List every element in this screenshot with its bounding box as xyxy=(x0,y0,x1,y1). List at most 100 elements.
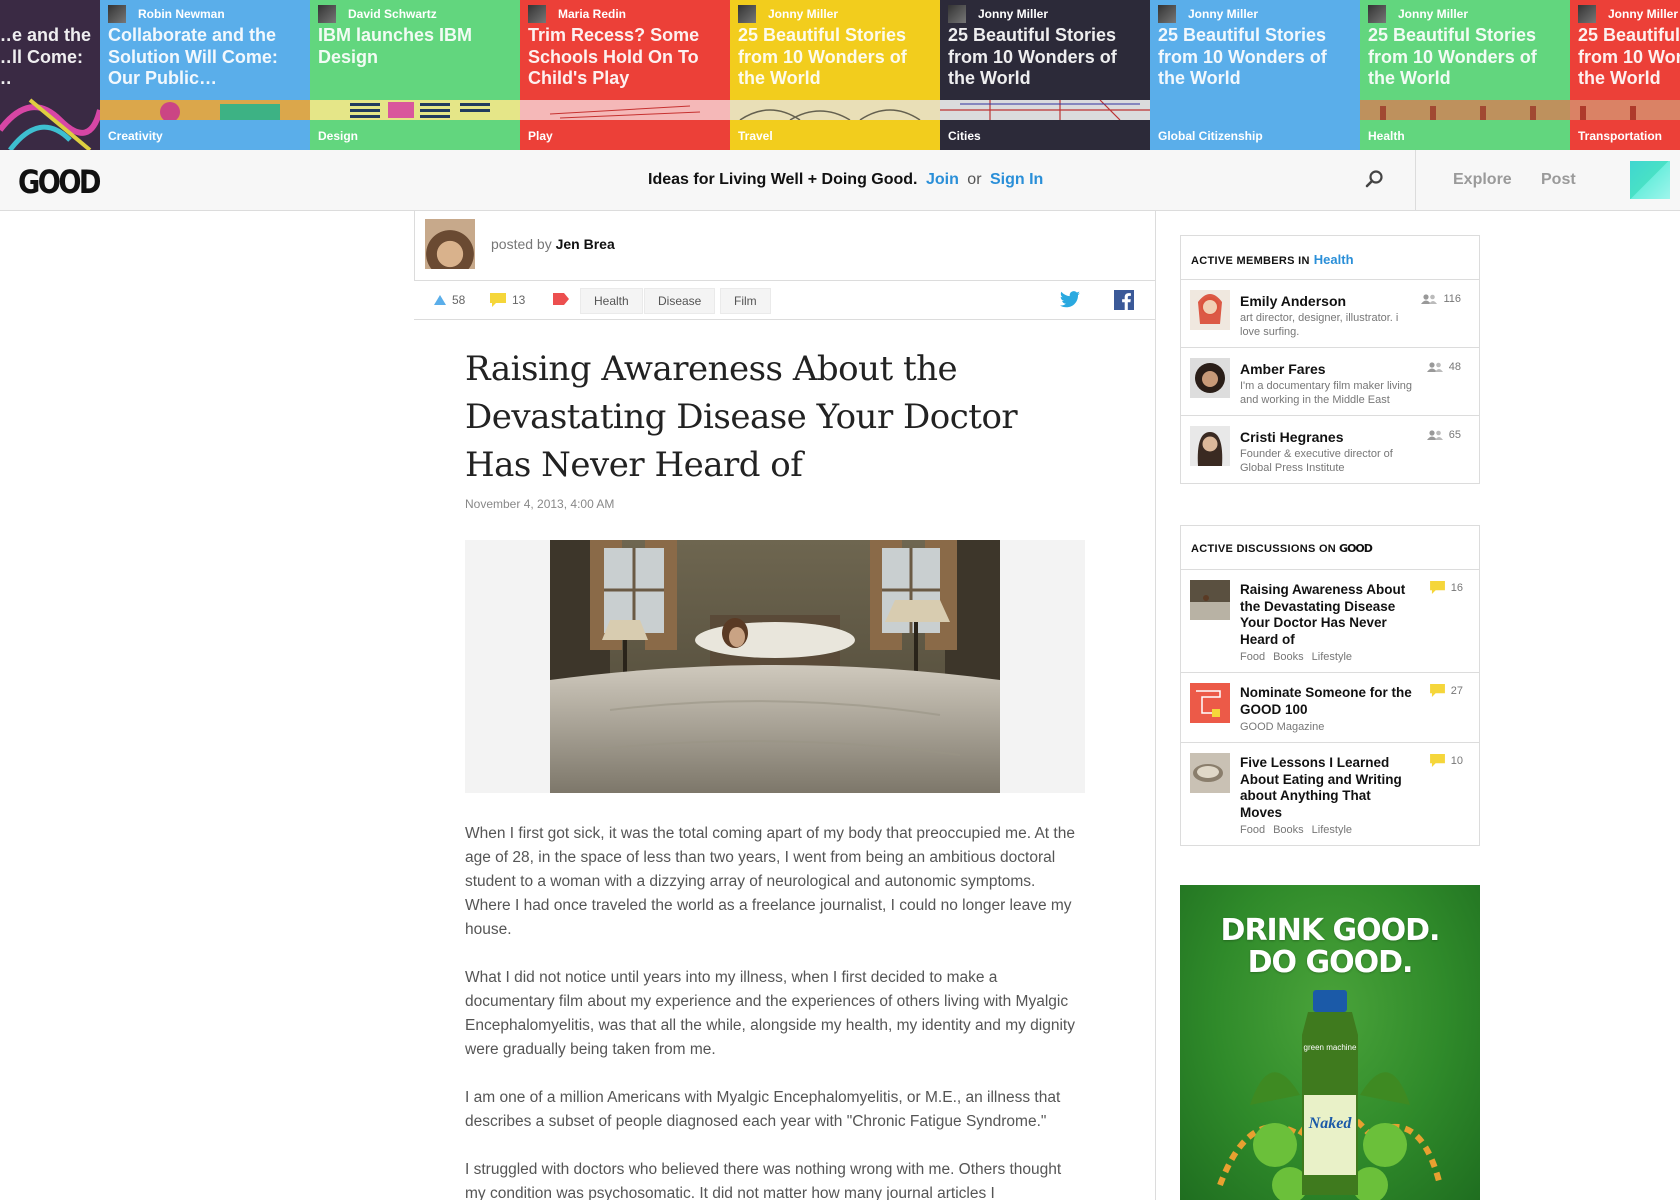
story-category: Travel xyxy=(730,121,940,150)
discussion-item[interactable]: Five Lessons I Learned About Eating and … xyxy=(1181,743,1479,845)
member-avatar xyxy=(1190,426,1230,466)
discussion-tag[interactable]: Food xyxy=(1240,824,1265,836)
ad-flavor: green machine xyxy=(1304,1043,1357,1052)
site-logo[interactable]: GOOD xyxy=(18,163,102,201)
discussion-thumbnail xyxy=(1190,580,1230,620)
story-title: …e and the …ll Come: … xyxy=(0,25,92,88)
article-date: November 4, 2013, 4:00 AM xyxy=(465,497,615,511)
member-bio: Founder & executive director of Global P… xyxy=(1240,448,1393,474)
header-divider xyxy=(1415,150,1416,210)
comments-button[interactable]: 13 xyxy=(490,293,525,307)
twitter-share-button[interactable] xyxy=(1060,291,1080,314)
comment-count: 10 xyxy=(1450,754,1463,767)
story-strip: man …e and the …ll Come: … Robin Newman … xyxy=(0,0,1680,150)
story-art xyxy=(1570,100,1680,120)
discussion-tags: GOOD Magazine xyxy=(1240,721,1479,733)
story-title: 25 Beautiful Stories from 10 Wonders of … xyxy=(1158,25,1327,88)
author-avatar xyxy=(738,5,756,23)
post-author-block: posted by Jen Brea xyxy=(425,219,615,269)
follower-count: 116 xyxy=(1443,293,1461,305)
story-category: Play xyxy=(520,121,730,150)
site-header: GOOD Ideas for Living Well + Doing Good.… xyxy=(0,150,1680,211)
comment-count: 13 xyxy=(512,293,526,307)
tag-disease[interactable]: Disease xyxy=(644,288,716,314)
facebook-share-button[interactable] xyxy=(1114,290,1134,315)
panel-heading: ACTIVE DISCUSSIONS ON GOOD xyxy=(1181,526,1479,570)
active-discussions-panel: ACTIVE DISCUSSIONS ON GOOD Raising Awaren… xyxy=(1180,525,1480,846)
upvote-icon xyxy=(434,295,446,305)
column-border xyxy=(414,211,415,281)
discussion-tag[interactable]: Books xyxy=(1273,651,1304,663)
author-avatar xyxy=(1578,5,1596,23)
article-paragraph: What I did not notice until years into m… xyxy=(465,969,1075,1058)
comment-icon xyxy=(490,293,506,307)
story-category: Global Citizenship xyxy=(1150,121,1360,150)
discussion-comments: 16 xyxy=(1429,581,1463,594)
ad-line-1: DRINK GOOD. xyxy=(1220,913,1441,948)
discussion-title: Nominate Someone for the GOOD 100 xyxy=(1240,685,1412,717)
members-topic-link[interactable]: Health xyxy=(1314,252,1354,267)
user-avatar[interactable] xyxy=(1630,161,1670,199)
author-name-link[interactable]: Jen Brea xyxy=(556,236,615,252)
discussion-item[interactable]: Nominate Someone for the GOOD 100 GOOD M… xyxy=(1181,673,1479,743)
story-card[interactable]: Robin Newman Collaborate and the Solutio… xyxy=(100,0,310,150)
story-category: Cities xyxy=(940,121,1150,150)
tag-health[interactable]: Health xyxy=(580,288,643,314)
discussion-tag[interactable]: Lifestyle xyxy=(1312,824,1352,836)
members-heading: ACTIVE MEMBERS IN xyxy=(1191,255,1310,267)
upvote-button[interactable]: 58 xyxy=(434,293,465,307)
story-art xyxy=(100,100,310,120)
explore-link[interactable]: Explore xyxy=(1453,171,1512,189)
author-avatar xyxy=(1368,5,1386,23)
panel-heading: ACTIVE MEMBERS IN Health xyxy=(1181,236,1479,280)
story-card[interactable]: man …e and the …ll Come: … xyxy=(0,0,100,150)
sidebar-advertisement[interactable]: DRINK GOOD. DO GOOD. green machine Naked xyxy=(1180,885,1480,1200)
story-card[interactable]: Jonny Miller 25 Beautiful Stories from 1… xyxy=(1570,0,1680,150)
member-item[interactable]: Emily Anderson art director, designer, i… xyxy=(1181,280,1479,348)
ad-brand: Naked xyxy=(1308,1115,1353,1132)
article-title: Raising Awareness About the Devastating … xyxy=(465,349,1018,485)
story-author: Jonny Miller xyxy=(1158,5,1258,23)
discussion-tag[interactable]: Food xyxy=(1240,651,1265,663)
discussion-tag[interactable]: GOOD Magazine xyxy=(1240,721,1324,733)
story-title: IBM launches IBM Design xyxy=(318,25,473,67)
story-author: David Schwartz xyxy=(318,5,437,23)
join-link[interactable]: Join xyxy=(926,171,959,188)
story-card[interactable]: Jonny Miller 25 Beautiful Stories from 1… xyxy=(1360,0,1570,150)
comment-count: 16 xyxy=(1450,581,1463,594)
story-card[interactable]: Maria Redin Trim Recess? Some Schools Ho… xyxy=(520,0,730,150)
story-author: Robin Newman xyxy=(108,5,225,23)
story-art xyxy=(1360,100,1570,120)
people-icon xyxy=(1426,362,1443,372)
member-followers: 48 xyxy=(1426,361,1461,373)
story-card[interactable]: David Schwartz IBM launches IBM Design D… xyxy=(310,0,520,150)
search-button[interactable] xyxy=(1362,168,1386,192)
post-link[interactable]: Post xyxy=(1541,171,1576,189)
story-title: 25 Beautiful Stories from 10 Wonders of … xyxy=(1368,25,1537,88)
sign-in-link[interactable]: Sign In xyxy=(990,171,1043,188)
author-avatar[interactable] xyxy=(425,219,475,269)
member-item[interactable]: Amber Fares I'm a documentary film maker… xyxy=(1181,348,1479,416)
story-category: Design xyxy=(310,121,520,150)
member-item[interactable]: Cristi Hegranes Founder & executive dire… xyxy=(1181,416,1479,483)
discussion-title: Five Lessons I Learned About Eating and … xyxy=(1240,755,1402,820)
member-bio: art director, designer, illustrator. i l… xyxy=(1240,312,1399,338)
author-avatar xyxy=(1158,5,1176,23)
story-category: Health xyxy=(1360,121,1570,150)
discussion-tag[interactable]: Lifestyle xyxy=(1312,651,1352,663)
story-author: Jonny Miller xyxy=(948,5,1048,23)
discussion-tag[interactable]: Books xyxy=(1273,824,1304,836)
tag-film[interactable]: Film xyxy=(720,288,771,314)
story-author: Maria Redin xyxy=(528,5,626,23)
comment-count: 27 xyxy=(1450,684,1463,697)
member-avatar xyxy=(1190,290,1230,330)
story-title: 25 Beautiful Stories from 10 Wonders of … xyxy=(738,25,907,88)
story-card[interactable]: Jonny Miller 25 Beautiful Stories from 1… xyxy=(940,0,1150,150)
story-card[interactable]: Jonny Miller 25 Beautiful Stories from 1… xyxy=(1150,0,1360,150)
story-card[interactable]: Jonny Miller 25 Beautiful Stories from 1… xyxy=(730,0,940,150)
discussion-tags: Food Books Lifestyle xyxy=(1240,651,1479,663)
discussion-item[interactable]: Raising Awareness About the Devastating … xyxy=(1181,570,1479,673)
tagline-text: Ideas for Living Well + Doing Good. xyxy=(648,171,918,188)
post-meta-bar: 58 13 Health Disease Film xyxy=(414,280,1155,320)
hero-image xyxy=(550,540,1000,793)
